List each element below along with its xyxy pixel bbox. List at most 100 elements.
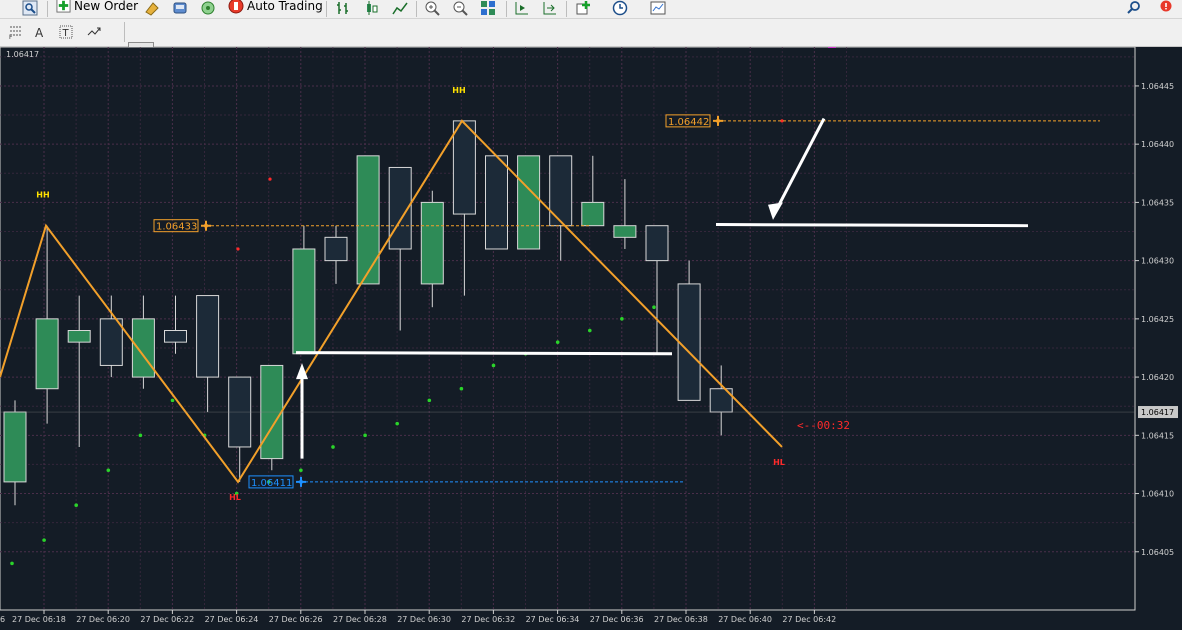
svg-text:T: T: [62, 28, 70, 39]
auto-trading-button[interactable]: Auto Trading: [228, 0, 323, 14]
x-tick-label: 27 Dec 06:18: [12, 615, 66, 624]
bull-candle[interactable]: [292, 248, 316, 355]
pivot-label-hl: HL: [773, 458, 785, 467]
trend-dot: [491, 363, 496, 368]
arrows-icon[interactable]: [86, 24, 102, 40]
trend-dot: [138, 433, 143, 438]
trend-dot: [459, 386, 464, 391]
bull-candle[interactable]: [356, 155, 380, 285]
y-tick-label: 1.06410: [1141, 490, 1174, 499]
x-tick-label: 27 Dec 06:42: [782, 615, 836, 624]
zoom-in-icon[interactable]: [424, 0, 440, 16]
y-tick-label: 1.06425: [1141, 315, 1174, 324]
price-level-label: 1.06442: [668, 117, 709, 128]
pivot-label-hh: HH: [452, 86, 465, 95]
periods-clock-icon[interactable]: [612, 0, 628, 16]
trend-dot: [331, 445, 335, 449]
main-toolbar: New Order Auto Trading: [0, 0, 1182, 19]
text-icon[interactable]: A: [32, 24, 48, 40]
bull-candle[interactable]: [613, 225, 637, 238]
bar-chart-icon[interactable]: [336, 0, 352, 16]
pivot-label-hl: HL: [229, 493, 241, 502]
bear-candle[interactable]: [99, 318, 123, 366]
zoom-out-icon[interactable]: [452, 0, 468, 16]
chart-shift-icon[interactable]: [514, 0, 530, 16]
zoom-window-icon[interactable]: [22, 0, 38, 16]
trend-dot: [395, 421, 400, 426]
bear-candle[interactable]: [645, 225, 669, 262]
new-order-icon: [56, 0, 71, 13]
price-level-label: 1.06433: [156, 222, 197, 233]
new-order-label: New Order: [74, 0, 139, 13]
trend-dot: [74, 503, 78, 507]
trend-dot: [588, 328, 592, 333]
radio-icon[interactable]: [200, 0, 216, 16]
level-anchor-dot: [299, 479, 303, 484]
separator: [416, 1, 417, 17]
svg-text:A: A: [35, 26, 44, 40]
fibonacci-icon[interactable]: F: [8, 24, 24, 40]
trend-dot: [363, 433, 367, 438]
bear-candle[interactable]: [164, 330, 187, 343]
bull-candle[interactable]: [420, 201, 444, 285]
x-tick-label: 27 Dec 06:40: [718, 615, 772, 624]
y-tick-label: 1.06405: [1141, 548, 1174, 557]
trend-dot: [620, 317, 624, 321]
countdown-label: <--00:32: [797, 419, 850, 432]
market-icon[interactable]: [172, 0, 188, 16]
bear-candle[interactable]: [196, 295, 220, 378]
indicators-icon[interactable]: [576, 0, 592, 16]
svg-text:F: F: [9, 34, 13, 40]
x-tick-label: 27 Dec 06:30: [397, 615, 451, 624]
x-tick-label: 27 Dec 06:32: [461, 615, 515, 624]
bear-candle[interactable]: [485, 155, 508, 250]
current-price-label: 1.06417: [1141, 408, 1174, 417]
chart-title-price: 1.06417: [6, 50, 40, 59]
y-tick-label: 1.06440: [1141, 140, 1174, 149]
x-tick-label: 27 Dec 06:22: [140, 615, 194, 624]
bear-candle[interactable]: [549, 155, 573, 227]
level-anchor-dot: [716, 118, 720, 123]
auto-trading-label: Auto Trading: [247, 0, 323, 13]
trend-dot: [170, 398, 175, 403]
signals-icon[interactable]: [144, 0, 160, 16]
auto-trading-icon: [228, 0, 244, 14]
trend-dot: [42, 538, 46, 542]
bull-candle[interactable]: [517, 155, 541, 250]
drawing-toolbar: F A T M1M5M15M30H1H4D1W1MN: [0, 19, 1182, 62]
x-tick-label: 27 Dec 06:36: [590, 615, 644, 624]
bull-candle[interactable]: [67, 330, 91, 343]
new-order-button[interactable]: New Order: [56, 0, 138, 13]
price-chart[interactable]: 1.06445 1.06440 1.06435 1.06430 1.06425 1.064…: [0, 47, 1182, 630]
auto-scroll-icon[interactable]: [542, 0, 558, 16]
bull-candle[interactable]: [3, 411, 27, 483]
tile-windows-icon[interactable]: [480, 0, 496, 16]
trend-dot: [299, 468, 303, 473]
y-tick-label: 1.06430: [1141, 257, 1174, 266]
bear-candle[interactable]: [452, 120, 476, 215]
search-icon[interactable]: [1126, 0, 1142, 16]
bear-candle[interactable]: [677, 283, 701, 401]
bull-candle[interactable]: [581, 201, 605, 227]
separator: [47, 1, 48, 17]
notifications-icon[interactable]: [1156, 0, 1172, 16]
trend-dot: [106, 468, 111, 473]
chart-area[interactable]: 1.06445 1.06440 1.06435 1.06430 1.06425 1.064…: [0, 47, 1182, 630]
plot-area: [0, 47, 1136, 611]
price-level-label: 1.06411: [251, 478, 292, 489]
pivot-label-hh: HH: [36, 191, 49, 200]
line-chart-icon[interactable]: [392, 0, 408, 16]
separator: [326, 1, 327, 17]
text-label-icon[interactable]: T: [58, 24, 74, 40]
bull-candle[interactable]: [131, 318, 155, 378]
trend-dot: [10, 561, 14, 566]
separator: [124, 22, 125, 42]
bear-candle[interactable]: [324, 236, 348, 262]
templates-icon[interactable]: [650, 0, 666, 16]
bull-candle[interactable]: [35, 318, 59, 390]
support-line: [295, 351, 673, 356]
y-tick-label: 1.06445: [1141, 82, 1174, 91]
candlesticks-icon[interactable]: [364, 0, 380, 16]
red-marker-dot: [236, 247, 240, 251]
trend-dot: [427, 398, 432, 403]
